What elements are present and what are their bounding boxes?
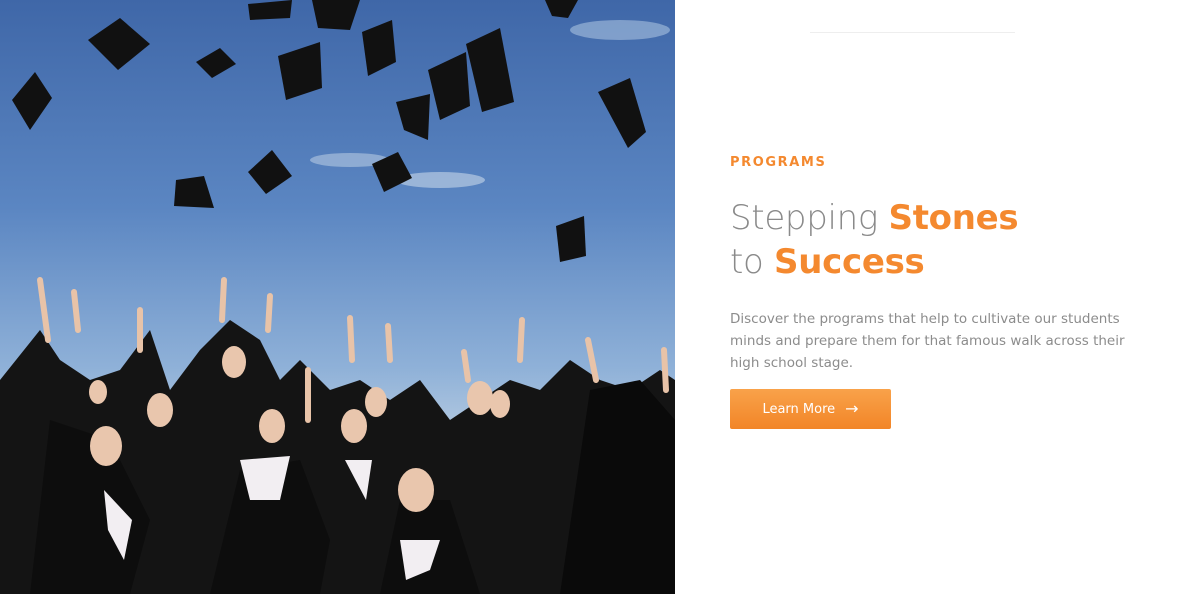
headline-word-stones: Stones <box>888 198 1019 238</box>
flying-caps <box>12 0 646 262</box>
divider-line <box>810 32 1015 33</box>
learn-more-label: Learn More <box>762 401 836 417</box>
graduation-photo <box>0 0 675 594</box>
headline-word-to: to <box>730 242 775 282</box>
section-eyebrow: PROGRAMS <box>730 155 827 170</box>
graduation-scene <box>0 0 675 594</box>
headline-word-stepping: Stepping <box>730 198 889 238</box>
section-description: Discover the programs that help to culti… <box>730 311 1125 371</box>
learn-more-button[interactable]: Learn More → <box>730 389 891 429</box>
section-headline: Stepping Stones to Success <box>730 196 1019 284</box>
arrow-right-icon: → <box>845 399 859 418</box>
headline-word-success: Success <box>774 242 925 282</box>
